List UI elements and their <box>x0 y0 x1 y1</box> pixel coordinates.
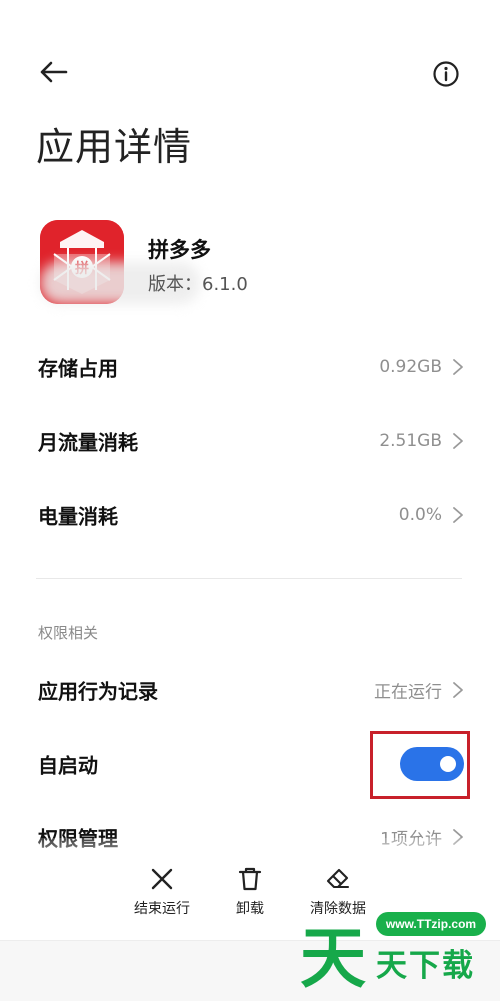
page-title: 应用详情 <box>36 125 193 169</box>
close-icon <box>151 868 173 890</box>
info-circle-icon <box>433 61 459 87</box>
autostart-toggle[interactable] <box>400 747 464 781</box>
row-label: 应用行为记录 <box>38 679 158 704</box>
row-label: 存储占用 <box>38 356 118 381</box>
watermark-url: www.TTzip.com <box>376 912 486 936</box>
watermark-text: 天下载 <box>376 948 475 984</box>
battery-usage-row[interactable]: 电量消耗 0.0% <box>0 482 500 548</box>
row-label: 月流量消耗 <box>38 430 138 455</box>
chevron-right-icon <box>453 359 463 375</box>
app-version: 版本：6.1.0 <box>148 274 248 295</box>
row-label: 电量消耗 <box>38 504 118 529</box>
section-header: 权限相关 <box>38 624 99 642</box>
chevron-right-icon <box>453 682 463 698</box>
row-value: 正在运行 <box>374 682 442 703</box>
divider <box>36 578 462 579</box>
row-value: 2.51GB <box>379 431 442 451</box>
storage-usage-row[interactable]: 存储占用 0.92GB <box>0 334 500 400</box>
chevron-right-icon <box>453 433 463 449</box>
force-stop-button[interactable]: 结束运行 <box>117 866 207 918</box>
data-usage-row[interactable]: 月流量消耗 2.51GB <box>0 408 500 474</box>
uninstall-button[interactable]: 卸载 <box>205 866 295 918</box>
chevron-right-icon <box>453 507 463 523</box>
row-value: 0.0% <box>398 505 442 525</box>
arrow-left-icon <box>40 61 68 83</box>
watermark-logo: 天 <box>300 920 366 997</box>
toggle-knob <box>440 756 456 772</box>
info-button[interactable] <box>430 58 462 90</box>
eraser-icon <box>326 868 350 889</box>
action-label: 结束运行 <box>134 901 190 917</box>
trash-icon <box>238 867 262 891</box>
app-name: 拼多多 <box>148 238 211 262</box>
row-label: 自启动 <box>38 753 98 778</box>
row-value: 0.92GB <box>379 357 442 377</box>
app-behavior-record-row[interactable]: 应用行为记录 正在运行 <box>0 657 500 723</box>
back-button[interactable] <box>36 56 72 88</box>
action-label: 卸载 <box>236 901 264 917</box>
